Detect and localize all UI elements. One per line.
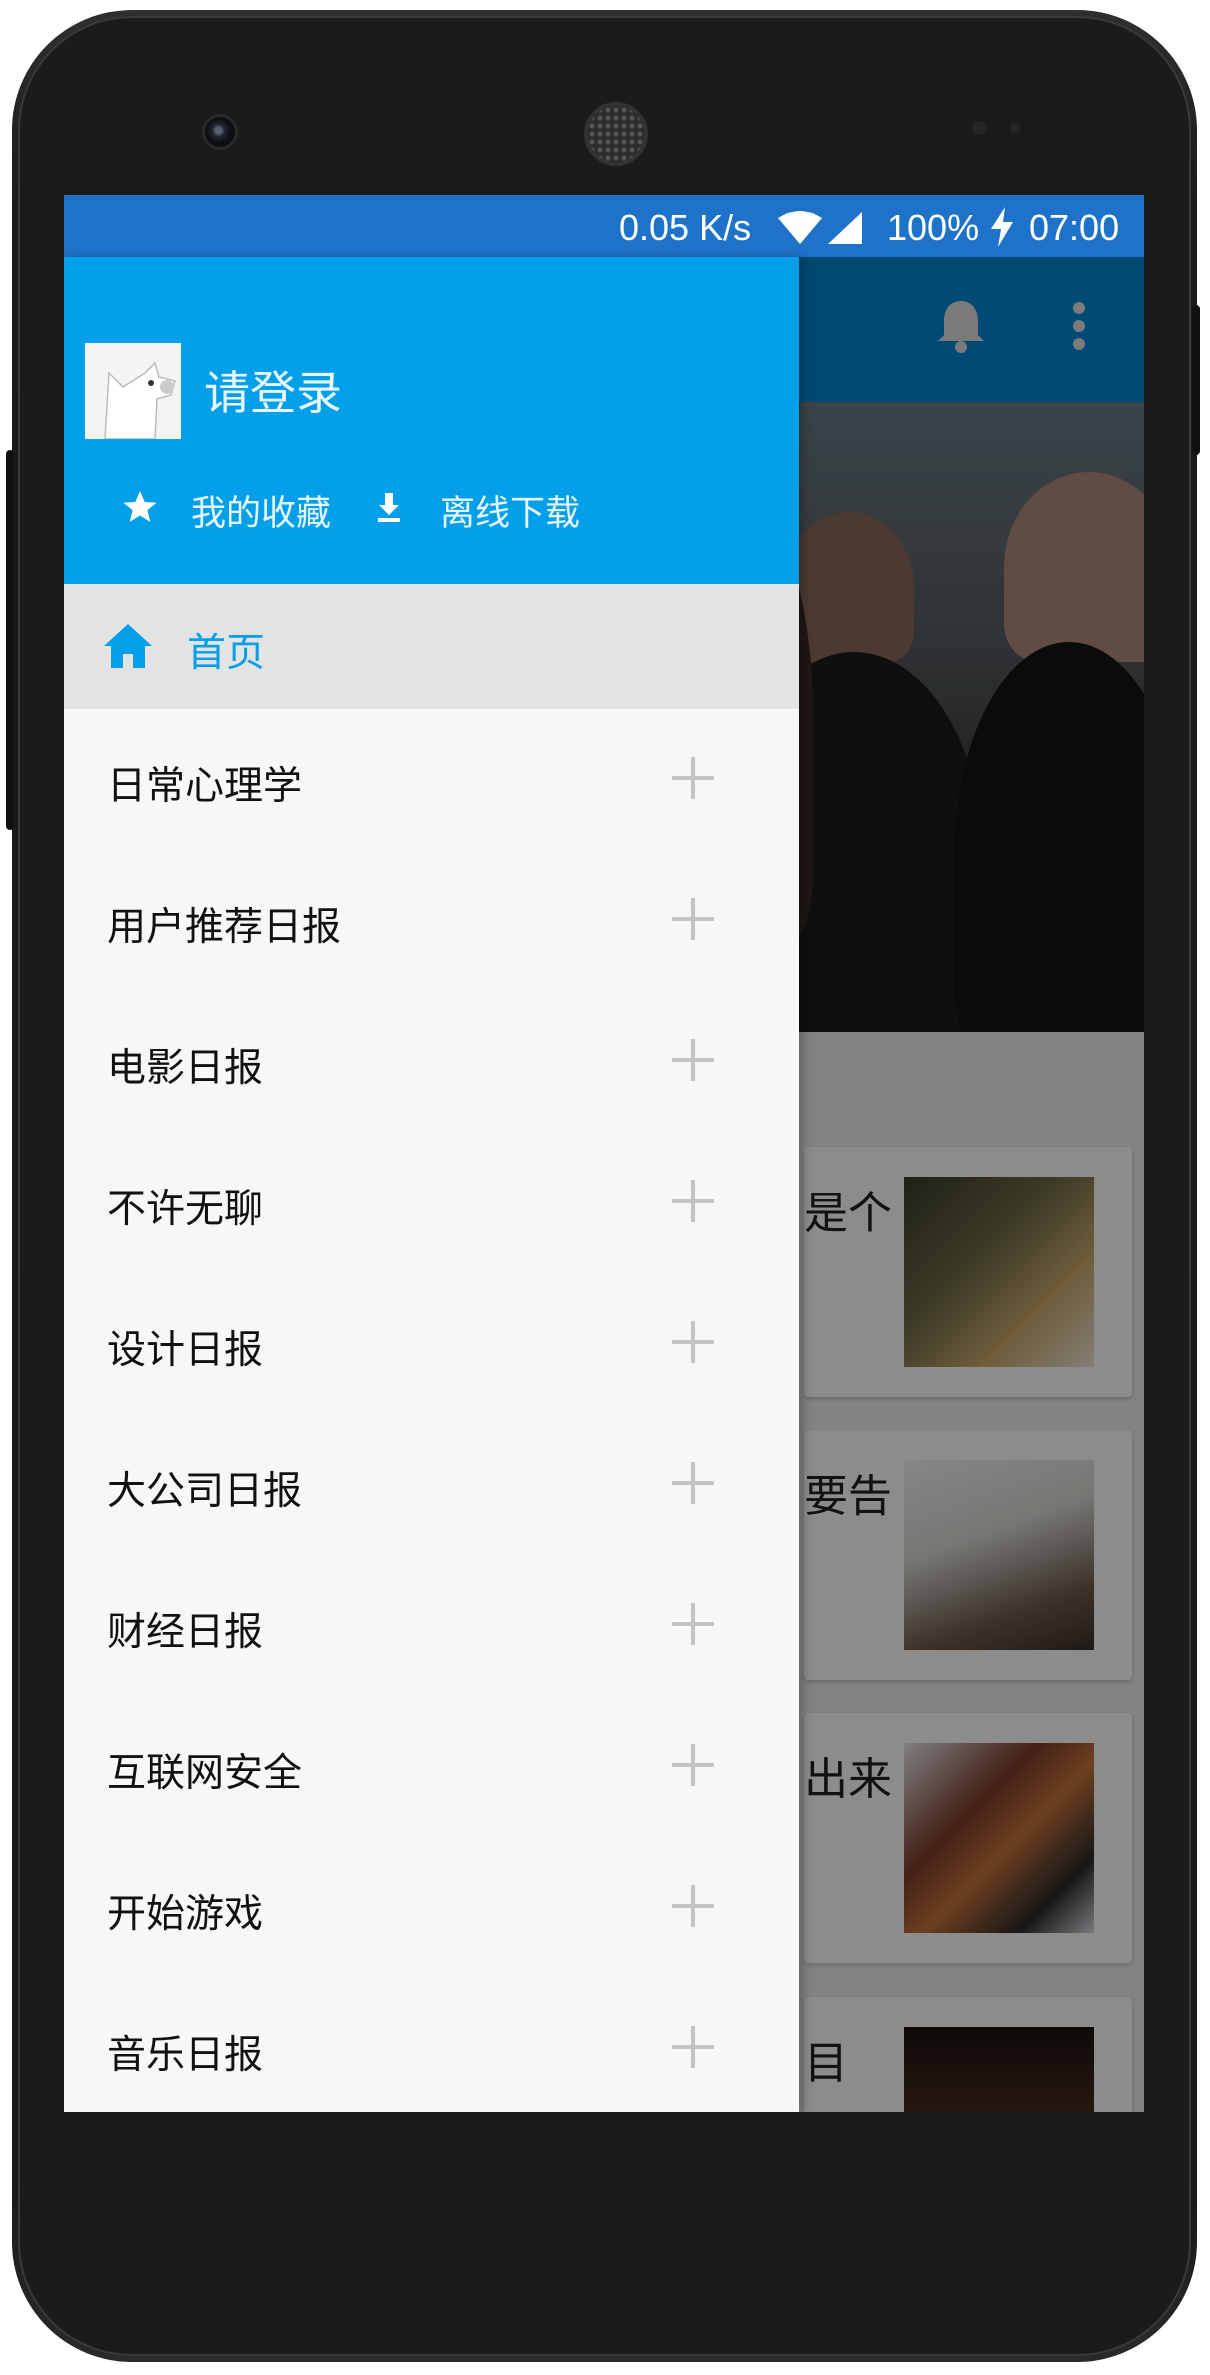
drawer-item-no-boredom[interactable]: 不许无聊 bbox=[64, 1132, 799, 1273]
menu-item-label: 互联网安全 bbox=[107, 1751, 303, 1796]
drawer-item-start-game[interactable]: 开始游戏 bbox=[64, 1837, 799, 1978]
login-prompt[interactable]: 请登录 bbox=[204, 357, 342, 423]
drawer-item-user-recommended[interactable]: 用户推荐日报 bbox=[64, 850, 799, 991]
clock: 07:00 bbox=[1029, 207, 1120, 248]
download-icon bbox=[378, 493, 400, 522]
plus-icon[interactable] bbox=[672, 1462, 714, 1504]
menu-item-label: 音乐日报 bbox=[107, 2033, 264, 2078]
drawer-item-daily-psychology[interactable]: 日常心理学 bbox=[64, 709, 799, 850]
plus-icon[interactable] bbox=[672, 1603, 714, 1645]
plus-icon[interactable] bbox=[672, 1321, 714, 1363]
drawer-item-big-company-daily[interactable]: 大公司日报 bbox=[64, 1414, 799, 1555]
home-label: 首页 bbox=[187, 631, 266, 676]
offline-download-link[interactable]: 离线下载 bbox=[440, 485, 580, 536]
menu-item-label: 不许无聊 bbox=[107, 1187, 264, 1232]
plus-icon[interactable] bbox=[672, 757, 714, 799]
proximity-sensor bbox=[972, 121, 986, 135]
menu-item-label: 电影日报 bbox=[107, 1046, 264, 1091]
menu-item-label: 开始游戏 bbox=[107, 1892, 264, 1937]
earpiece-speaker bbox=[588, 106, 644, 162]
drawer-header: 请登录 我的收藏 离线下载 bbox=[64, 257, 799, 584]
status-bar: 0.05 K/s 100% 07:00 bbox=[64, 195, 1144, 257]
plus-icon[interactable] bbox=[672, 2026, 714, 2068]
signal-icon bbox=[828, 212, 862, 244]
drawer-item-home[interactable]: 首页 bbox=[64, 584, 799, 709]
plus-icon[interactable] bbox=[672, 1039, 714, 1081]
power-button bbox=[1192, 305, 1200, 455]
home-icon bbox=[104, 624, 152, 668]
drawer-item-finance-daily[interactable]: 财经日报 bbox=[64, 1555, 799, 1696]
wifi-icon bbox=[778, 211, 822, 244]
drawer-item-movie-daily[interactable]: 电影日报 bbox=[64, 991, 799, 1132]
charging-icon bbox=[991, 207, 1013, 247]
menu-item-label: 日常心理学 bbox=[107, 764, 303, 809]
favorites-link[interactable]: 我的收藏 bbox=[191, 485, 331, 536]
plus-icon[interactable] bbox=[672, 1885, 714, 1927]
drawer-item-internet-security[interactable]: 互联网安全 bbox=[64, 1696, 799, 1837]
plus-icon[interactable] bbox=[672, 1744, 714, 1786]
volume-button bbox=[6, 450, 14, 830]
star-icon bbox=[123, 491, 157, 522]
network-speed: 0.05 K/s bbox=[619, 207, 752, 248]
menu-item-label: 设计日报 bbox=[107, 1328, 264, 1373]
screen: 0.05 K/s 100% 07:00 是个 要告 出来 目 请登录 我的收藏 … bbox=[64, 195, 1144, 2112]
menu-item-label: 大公司日报 bbox=[107, 1469, 303, 1514]
navigation-drawer: 请登录 我的收藏 离线下载 首页 日常心理学 用户推荐日报 电影日报 不许无聊 … bbox=[64, 257, 799, 2112]
light-sensor bbox=[1010, 123, 1020, 133]
battery-level: 100% bbox=[887, 207, 980, 248]
avatar[interactable] bbox=[85, 343, 181, 439]
front-camera bbox=[205, 117, 235, 147]
plus-icon[interactable] bbox=[672, 1180, 714, 1222]
drawer-item-music-daily[interactable]: 音乐日报 bbox=[64, 1978, 799, 2112]
drawer-item-design-daily[interactable]: 设计日报 bbox=[64, 1273, 799, 1414]
menu-item-label: 用户推荐日报 bbox=[107, 905, 342, 950]
plus-icon[interactable] bbox=[672, 898, 714, 940]
menu-item-label: 财经日报 bbox=[107, 1610, 264, 1655]
dog-avatar-icon bbox=[85, 343, 181, 439]
